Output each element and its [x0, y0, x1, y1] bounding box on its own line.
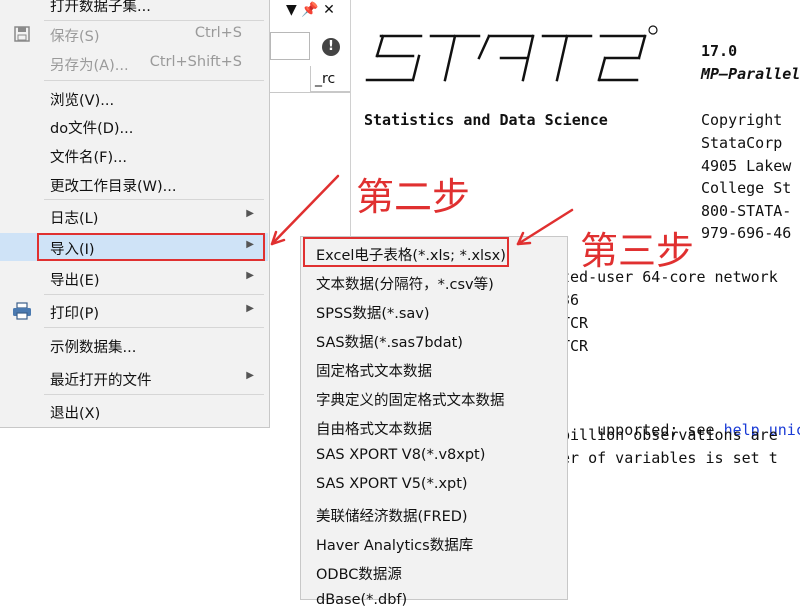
- submenu-item-sas[interactable]: SAS数据(*.sas7bdat): [301, 326, 567, 355]
- step2-annotation: 第二步: [356, 175, 471, 219]
- submenu-item-odbc[interactable]: ODBC数据源: [301, 558, 567, 587]
- submenu-item-spss[interactable]: SPSS数据(*.sav): [301, 297, 567, 326]
- pane-controls[interactable]: ▼ 📌 ✕: [286, 2, 335, 18]
- printer-icon: [13, 302, 31, 320]
- menu-item-save[interactable]: 保存(S) Ctrl+S: [0, 20, 268, 48]
- info-icon[interactable]: !: [322, 38, 340, 56]
- menu-item-exit[interactable]: 退出(X): [0, 397, 268, 425]
- menu-item-change-dir[interactable]: 更改工作目录(W)...: [0, 170, 268, 198]
- variable-filter-input[interactable]: [270, 32, 310, 60]
- stata-edition: MP—Parallel: [701, 65, 800, 83]
- copyright-line: College St: [701, 179, 792, 197]
- menu-separator: [44, 199, 264, 200]
- submenu-item-text-delimited[interactable]: 文本数据(分隔符，*.csv等): [301, 268, 567, 297]
- submenu-item-fred[interactable]: 美联储经济数据(FRED): [301, 500, 567, 529]
- menu-item-open-subset[interactable]: 打开数据子集...: [0, 0, 268, 18]
- divider: [270, 92, 350, 93]
- menu-item-log[interactable]: 日志(L) ▶: [0, 202, 268, 230]
- menu-item-example-datasets[interactable]: 示例数据集...: [0, 331, 268, 359]
- menu-item-recent-files[interactable]: 最近打开的文件 ▶: [0, 364, 268, 392]
- submenu-item-sas-xport-v5[interactable]: SAS XPORT V5(*.xpt): [301, 471, 567, 500]
- submenu-arrow-icon: ▶: [246, 370, 254, 381]
- submenu-item-sas-xport-v8[interactable]: SAS XPORT V8(*.v8xpt): [301, 442, 567, 471]
- import-submenu: Excel电子表格(*.xls; *.xlsx) 文本数据(分隔符，*.csv等…: [300, 236, 568, 608]
- copyright-line: StataCorp: [701, 134, 783, 152]
- menu-separator: [44, 394, 264, 395]
- submenu-arrow-icon: ▶: [246, 303, 254, 314]
- step3-annotation: 第三步: [580, 229, 695, 273]
- stata-logo: [365, 25, 658, 82]
- submenu-item-fixed-format[interactable]: 固定格式文本数据: [301, 355, 567, 384]
- menu-separator: [44, 294, 264, 295]
- stata-tagline: Statistics and Data Science: [364, 111, 608, 129]
- save-icon: [14, 26, 30, 42]
- file-menu: 打开数据子集... 保存(S) Ctrl+S 另存为(A)... Ctrl+Sh…: [0, 0, 270, 428]
- submenu-item-dictionary-fixed[interactable]: 字典定义的固定格式文本数据: [301, 384, 567, 413]
- note-line: billion observations are: [561, 426, 778, 444]
- excel-highlight-box: [303, 237, 509, 267]
- submenu-item-dbase[interactable]: dBase(*.dbf): [301, 587, 567, 616]
- menu-item-do-file[interactable]: do文件(D)...: [0, 112, 268, 140]
- submenu-item-free-format[interactable]: 自由格式文本数据: [301, 413, 567, 442]
- menu-separator: [44, 80, 264, 81]
- submenu-arrow-icon: ▶: [246, 208, 254, 219]
- note-line: er of variables is set t: [561, 449, 778, 467]
- submenu-arrow-icon: ▶: [246, 270, 254, 281]
- copyright-line: 979-696-46: [701, 224, 792, 242]
- menu-item-view[interactable]: 浏览(V)...: [0, 84, 268, 112]
- copyright-line: 4905 Lakew: [701, 157, 792, 175]
- menu-item-filename[interactable]: 文件名(F)...: [0, 141, 268, 169]
- submenu-item-haver[interactable]: Haver Analytics数据库: [301, 529, 567, 558]
- copyright-line: Copyright: [701, 111, 783, 129]
- import-highlight-box: [37, 233, 265, 261]
- menu-item-export[interactable]: 导出(E) ▶: [0, 264, 268, 292]
- column-header-rc[interactable]: _rc: [310, 66, 350, 92]
- stata-version: 17.0: [701, 42, 738, 60]
- menu-item-print[interactable]: 打印(P) ▶: [0, 297, 268, 325]
- copyright-line: 800-STATA-: [701, 202, 792, 220]
- menu-separator: [44, 327, 264, 328]
- menu-item-save-as[interactable]: 另存为(A)... Ctrl+Shift+S: [0, 49, 268, 77]
